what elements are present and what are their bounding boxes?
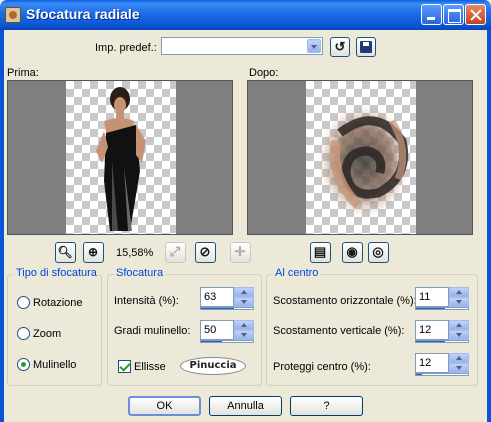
vert-down-arrow-icon[interactable] — [449, 330, 469, 340]
intensita-label: Intensità (%): — [114, 295, 179, 307]
proteggi-spinner[interactable]: 12 — [415, 353, 469, 376]
zoom-in-icon: ⊕ — [87, 245, 99, 259]
swirl-blur-image — [318, 105, 410, 217]
proteggi-down-arrow-icon[interactable] — [449, 363, 469, 373]
gradi-label: Gradi mulinello: — [114, 325, 191, 337]
radio-rotazione-label: Rotazione — [33, 297, 83, 309]
orizz-spinner[interactable]: 11 — [415, 287, 469, 310]
orizz-slider[interactable] — [416, 308, 445, 309]
preset-label: Imp. predef.: — [95, 42, 157, 54]
ok-button[interactable]: OK — [128, 396, 201, 416]
blur-settings-title: Sfocatura — [114, 267, 166, 279]
window-frame-right — [487, 30, 491, 422]
reset-icon: ↺ — [334, 39, 346, 54]
ellisse-label: Ellisse — [134, 361, 166, 373]
orizz-input[interactable]: 11 — [415, 287, 449, 307]
radio-zoom[interactable] — [17, 327, 30, 340]
radio-mulinello-label: Mulinello — [33, 359, 77, 371]
vert-up-arrow-icon[interactable] — [449, 320, 469, 330]
proteggi-slider[interactable] — [416, 374, 423, 375]
orizz-up-arrow-icon[interactable] — [449, 287, 469, 297]
intensita-input[interactable]: 63 — [200, 287, 234, 307]
save-preset-button[interactable] — [356, 37, 376, 57]
before-preview[interactable] — [7, 80, 233, 235]
pan-button[interactable]: ✛ — [230, 242, 251, 263]
save-disk-icon — [360, 41, 372, 53]
intensita-slider[interactable] — [201, 308, 234, 309]
woman-figure-image — [96, 87, 146, 231]
vert-spinner[interactable]: 12 — [415, 320, 469, 343]
intensita-up-arrow-icon[interactable] — [234, 287, 254, 297]
app-icon — [5, 7, 21, 23]
before-label: Prima: — [7, 67, 39, 79]
radio-zoom-label: Zoom — [33, 328, 62, 340]
radio-rotazione[interactable] — [17, 296, 30, 309]
preset-dropdown[interactable] — [161, 37, 323, 55]
gradi-input[interactable]: 50 — [200, 320, 234, 340]
blur-type-title: Tipo di sfocatura — [14, 267, 99, 279]
reset-zoom-button[interactable]: ⊘ — [195, 242, 216, 263]
proteggi-input[interactable]: 12 — [415, 353, 449, 373]
preview-on-image-button[interactable]: ◉ — [342, 242, 363, 263]
maximize-button[interactable] — [443, 4, 464, 25]
orizz-label: Scostamento orizzontale (%): — [273, 295, 417, 307]
window-title: Sfocatura radiale — [26, 6, 140, 22]
center-title: Al centro — [273, 267, 321, 279]
chevron-down-icon[interactable] — [307, 39, 321, 53]
title-bar[interactable]: Sfocatura radiale — [0, 0, 491, 30]
gradi-up-arrow-icon[interactable] — [234, 320, 254, 330]
zoom-level: 15,58% — [116, 247, 154, 259]
radio-mulinello[interactable] — [17, 358, 30, 371]
minimize-button[interactable] — [421, 4, 442, 25]
zoom-in-button[interactable]: ⊕ — [83, 242, 104, 263]
proof-icon: ⤢ — [169, 244, 181, 259]
vert-label: Scostamento verticale (%): — [273, 325, 405, 337]
proof-button[interactable]: ⤢ — [165, 242, 186, 263]
close-button[interactable] — [465, 4, 486, 25]
proteggi-up-arrow-icon[interactable] — [449, 353, 469, 363]
gradi-down-arrow-icon[interactable] — [234, 330, 254, 340]
preview-icon: ▤ — [313, 244, 327, 259]
after-preview[interactable] — [247, 80, 473, 235]
show-original-button[interactable]: ◎ — [368, 242, 389, 263]
reset-defaults-button[interactable]: ↺ — [330, 37, 350, 57]
zoom-out-icon: 🔍︎ — [57, 245, 73, 259]
eye-hand-icon: ◉ — [346, 244, 358, 259]
gradi-slider[interactable] — [201, 341, 222, 342]
orizz-down-arrow-icon[interactable] — [449, 297, 469, 307]
eye-icon: ◎ — [372, 244, 384, 259]
intensita-down-arrow-icon[interactable] — [234, 297, 254, 307]
move-icon: ✛ — [234, 244, 246, 259]
pinuccia-watermark-logo: Pinuccia — [180, 357, 246, 375]
magnifier-reset-icon: ⊘ — [199, 244, 211, 259]
vert-slider[interactable] — [416, 341, 446, 342]
after-label: Dopo: — [249, 67, 279, 79]
help-button[interactable]: ? — [290, 396, 363, 416]
gradi-spinner[interactable]: 50 — [200, 320, 254, 343]
cancel-button[interactable]: Annulla — [209, 396, 282, 416]
zoom-out-button[interactable]: 🔍︎ — [55, 242, 76, 263]
window-frame-left — [0, 30, 4, 422]
preview-toggle-button[interactable]: ▤ — [310, 242, 331, 263]
proteggi-label: Proteggi centro (%): — [273, 361, 371, 373]
ellisse-checkbox[interactable] — [118, 360, 131, 373]
intensita-spinner[interactable]: 63 — [200, 287, 254, 310]
vert-input[interactable]: 12 — [415, 320, 449, 340]
